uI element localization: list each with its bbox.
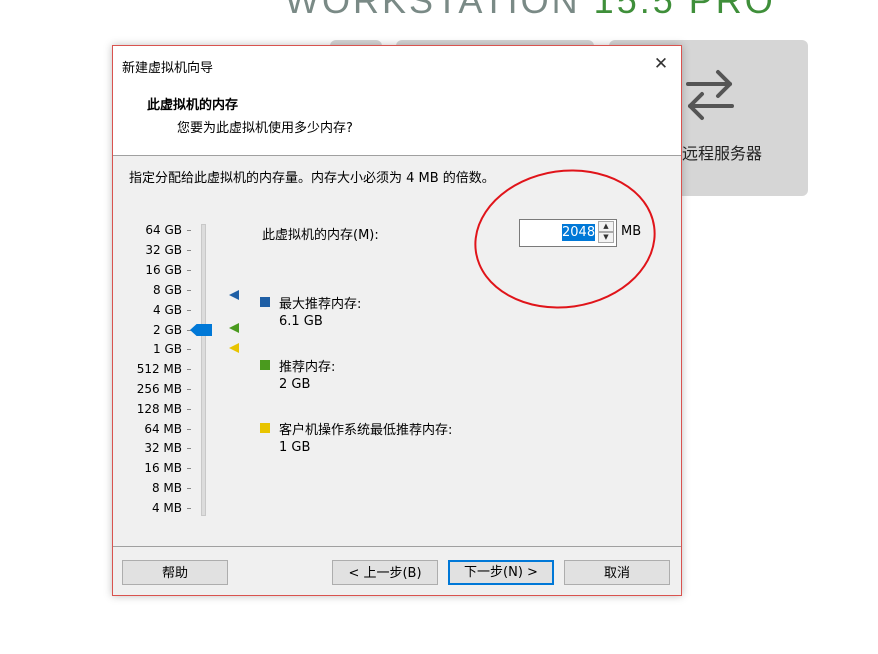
close-icon[interactable]: ✕	[649, 53, 673, 75]
scale-tick: 32 MB	[144, 441, 191, 455]
page-title: 此虚拟机的内存	[147, 98, 239, 113]
recommended-marker-icon	[229, 323, 239, 333]
min-recommended-label: 客户机操作系统最低推荐内存:	[279, 423, 453, 438]
instruction-text: 指定分配给此虚拟机的内存量。内存大小必须为 4 MB 的倍数。	[129, 171, 495, 186]
new-vm-wizard-dialog: 新建虚拟机向导 ✕ 此虚拟机的内存 您要为此虚拟机使用多少内存? 指定分配给此虚…	[112, 45, 682, 596]
min-recommended-swatch	[260, 423, 270, 433]
recommended-value: 2 GB	[279, 377, 311, 392]
scale-tick: 2 GB	[153, 323, 191, 337]
next-button[interactable]: 下一步(N) >	[448, 560, 554, 585]
dialog-footer: 帮助 < 上一步(B) 下一步(N) > 取消	[113, 546, 681, 596]
back-button[interactable]: < 上一步(B)	[332, 560, 438, 585]
cancel-button[interactable]: 取消	[564, 560, 670, 585]
memory-slider-thumb[interactable]	[190, 324, 212, 336]
max-recommended-value: 6.1 GB	[279, 314, 323, 329]
scale-tick: 128 MB	[137, 402, 191, 416]
scale-tick: 256 MB	[137, 382, 191, 396]
scale-tick: 64 MB	[144, 422, 191, 436]
scale-tick: 16 GB	[145, 263, 191, 277]
dialog-title: 新建虚拟机向导	[122, 61, 214, 76]
scale-tick: 1 GB	[153, 342, 191, 356]
max-recommended-swatch	[260, 297, 270, 307]
dialog-header: 新建虚拟机向导 ✕ 此虚拟机的内存 您要为此虚拟机使用多少内存?	[113, 46, 681, 156]
brand-version: 15.5	[593, 0, 676, 21]
max-recommended-label: 最大推荐内存:	[279, 297, 362, 312]
page-subtitle: 您要为此虚拟机使用多少内存?	[177, 121, 353, 136]
max-recommended-marker-icon	[229, 290, 239, 300]
brand-prefix: WORKSTATION	[285, 0, 581, 21]
help-button[interactable]: 帮助	[122, 560, 228, 585]
scale-tick: 32 GB	[145, 243, 191, 257]
min-recommended-marker-icon	[229, 343, 239, 353]
recommended-swatch	[260, 360, 270, 370]
brand-suffix: PRO	[688, 0, 776, 21]
transfer-arrows-icon	[686, 70, 734, 120]
scale-tick: 64 GB	[145, 223, 191, 237]
memory-slider-track[interactable]	[201, 224, 206, 516]
memory-label: 此虚拟机的内存(M):	[262, 228, 379, 243]
scale-tick: 8 MB	[152, 481, 191, 495]
remote-server-label: 远程服务器	[682, 144, 763, 163]
scale-tick: 512 MB	[137, 362, 191, 376]
scale-tick: 8 GB	[153, 283, 191, 297]
recommended-label: 推荐内存:	[279, 360, 336, 375]
scale-tick: 4 MB	[152, 501, 191, 515]
scale-tick: 16 MB	[144, 461, 191, 475]
min-recommended-value: 1 GB	[279, 440, 311, 455]
product-brand: WORKSTATION 15.5 PRO	[285, 0, 776, 22]
scale-tick: 4 GB	[153, 303, 191, 317]
